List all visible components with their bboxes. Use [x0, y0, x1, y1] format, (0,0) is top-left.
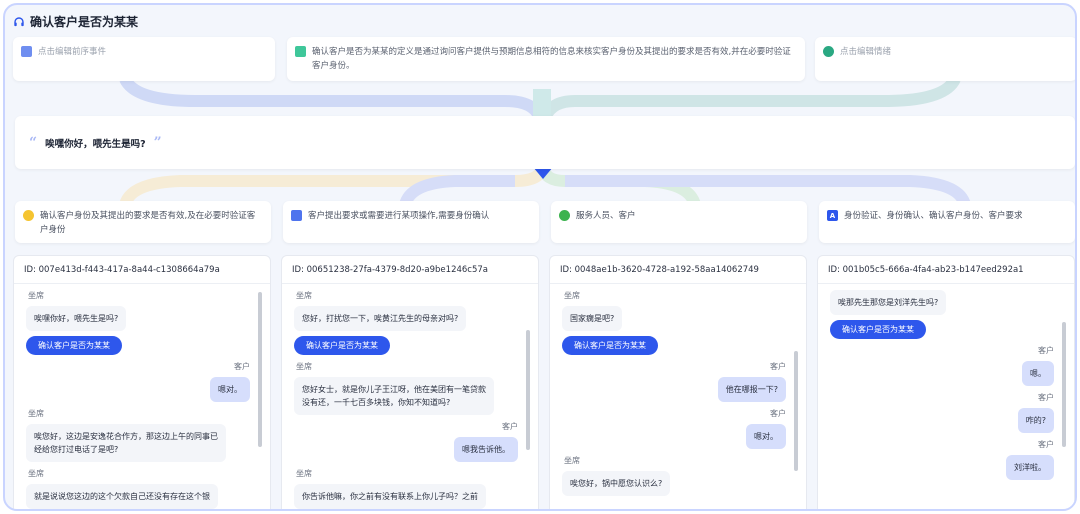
event-tag-button[interactable]: 确认客户是否为某某 [294, 336, 390, 355]
keywords-text: 身份验证、身份确认、确认客户身份、客户要求 [844, 211, 1023, 221]
customer-message: 嗯对。 [746, 424, 786, 449]
speaker-agent: 坐席 [296, 469, 312, 478]
speaker-agent: 坐席 [564, 291, 580, 300]
goal-text: 确认客户身份及其提出的要求是否有效,及在必要时验证客户身份 [40, 211, 256, 235]
participants-text: 服务人员、客户 [576, 211, 636, 221]
agent-message: 唉嘿你好，喂先生是吗? [26, 306, 127, 331]
panel-header: 确认客户是否为某某 [13, 13, 138, 30]
agent-message: 唉您好，锅中愿您认识么? [562, 471, 671, 496]
agent-message: 您好，打扰您一下，唉黄江先生的母亲对吗? [294, 306, 467, 331]
open-quote-icon: “ [29, 134, 38, 151]
agent-message: 国家瘸是吧? [562, 306, 623, 331]
speaker-agent: 坐席 [28, 291, 44, 300]
speaker-customer: 客户 [1038, 393, 1054, 402]
participants-card: 服务人员、客户 [551, 201, 807, 243]
agent-message: 你告诉他嘛，你之前有没有联系上你儿子吗？之前 [294, 484, 486, 509]
agent-message: 唉您好，这边是安逸花合作方，那这边上午的同事已经给您打过电话了是吧? [26, 424, 226, 462]
scrollbar[interactable] [258, 292, 262, 447]
customer-message: 嗯我告诉他。 [454, 437, 518, 462]
utterance-card: “ 唉嘿你好，喂先生是吗? ” [15, 116, 1075, 169]
panel-title: 确认客户是否为某某 [30, 15, 139, 29]
heart-icon [823, 46, 834, 57]
dialogue-column-4: ID: 001b05c5-666a-4fa4-ab23-b147eed292a1… [817, 255, 1075, 509]
utterance-text: 唉嘿你好，喂先生是吗? [45, 138, 146, 150]
dialogue-column-3: ID: 0048ae1b-3620-4728-a192-58aa14062749… [549, 255, 807, 509]
agent-message: 就是说说您这边的这个欠款自己还没有存在这个银 [26, 484, 218, 509]
chat-area: 坐席 唉嘿你好，喂先生是吗? 确认客户是否为某某 客户 嗯对。 坐席 唉您好，这… [14, 284, 270, 509]
chat-icon [295, 46, 306, 57]
dialogue-id: ID: 001b05c5-666a-4fa4-ab23-b147eed292a1 [818, 256, 1074, 284]
scrollbar[interactable] [794, 351, 798, 471]
speaker-customer: 客户 [770, 409, 786, 418]
trigger-card: 客户提出要求或需要进行某项操作,需要身份确认 [283, 201, 539, 243]
people-icon [559, 210, 570, 221]
speaker-agent: 坐席 [296, 362, 312, 371]
letter-a-icon: A [827, 210, 838, 221]
chat-area: 唉那先生那您是刘洋先生吗? 确认客户是否为某某 客户 嗯。 客户 咋的? 客户 … [818, 284, 1074, 509]
customer-message: 他在哪报一下? [717, 377, 786, 402]
customer-message: 刘洋啦。 [1006, 455, 1054, 480]
customer-message: 嗯。 [1022, 361, 1054, 386]
emotion-placeholder: 点击编辑情绪 [840, 47, 892, 57]
dialogue-id: ID: 007e413d-f443-417a-8a44-c1308664a79a [14, 256, 270, 284]
scrollbar[interactable] [526, 330, 530, 450]
speaker-agent: 坐席 [28, 469, 44, 478]
agent-message: 唉那先生那您是刘洋先生吗? [830, 290, 947, 315]
definition-text: 确认客户是否为某某的定义是通过询问客户提供与预期信息相符的信息来核实客户身份及其… [312, 47, 791, 71]
customer-message: 咋的? [1017, 408, 1054, 433]
dialogue-id: ID: 0048ae1b-3620-4728-a192-58aa14062749 [550, 256, 806, 284]
bookmark-icon [21, 46, 32, 57]
event-tag-button[interactable]: 确认客户是否为某某 [562, 336, 658, 355]
event-tag-button[interactable]: 确认客户是否为某某 [830, 320, 926, 339]
lightbulb-icon [23, 210, 34, 221]
trigger-text: 客户提出要求或需要进行某项操作,需要身份确认 [308, 211, 490, 221]
speaker-customer: 客户 [234, 362, 250, 371]
dialogue-column-2: ID: 00651238-27fa-4379-8d20-a9be1246c57a… [281, 255, 539, 509]
speaker-customer: 客户 [502, 422, 518, 431]
speaker-agent: 坐席 [296, 291, 312, 300]
scrollbar[interactable] [1062, 322, 1066, 447]
event-tag-button[interactable]: 确认客户是否为某某 [26, 336, 122, 355]
speaker-customer: 客户 [1038, 346, 1054, 355]
previous-event-placeholder: 点击编辑前序事件 [38, 47, 107, 57]
goal-card: 确认客户身份及其提出的要求是否有效,及在必要时验证客户身份 [15, 201, 271, 243]
dialogue-id: ID: 00651238-27fa-4379-8d20-a9be1246c57a [282, 256, 538, 284]
speaker-agent: 坐席 [564, 456, 580, 465]
dialogue-column-1: ID: 007e413d-f443-417a-8a44-c1308664a79a… [13, 255, 271, 509]
headphones-icon [14, 16, 24, 26]
flow-connector-top [119, 79, 961, 119]
chat-area: 坐席 国家瘸是吧? 确认客户是否为某某 客户 他在哪报一下? 客户 嗯对。 坐席… [550, 284, 806, 509]
keywords-card: A 身份验证、身份确认、确认客户身份、客户要求 [819, 201, 1075, 243]
customer-message: 嗯对。 [210, 377, 250, 402]
close-quote-icon: ” [153, 134, 162, 151]
flow-connector-middle [119, 165, 971, 205]
definition-card: 确认客户是否为某某的定义是通过询问客户提供与预期信息相符的信息来核实客户身份及其… [287, 37, 805, 81]
agent-message: 您好女士，就是你儿子王江呀，他在美团有一笔贷款没有还，一千七百多块钱，你知不知道… [294, 377, 494, 415]
previous-event-card[interactable]: 点击编辑前序事件 [13, 37, 275, 81]
event-panel: 确认客户是否为某某 点击编辑前序事件 确认客户是否为某某的定义是通过询问客户提供… [3, 3, 1077, 511]
speaker-customer: 客户 [1038, 440, 1054, 449]
speaker-customer: 客户 [770, 362, 786, 371]
list-icon [291, 210, 302, 221]
emotion-card[interactable]: 点击编辑情绪 [815, 37, 1075, 81]
speaker-agent: 坐席 [28, 409, 44, 418]
chat-area: 坐席 您好，打扰您一下，唉黄江先生的母亲对吗? 确认客户是否为某某 坐席 您好女… [282, 284, 538, 509]
